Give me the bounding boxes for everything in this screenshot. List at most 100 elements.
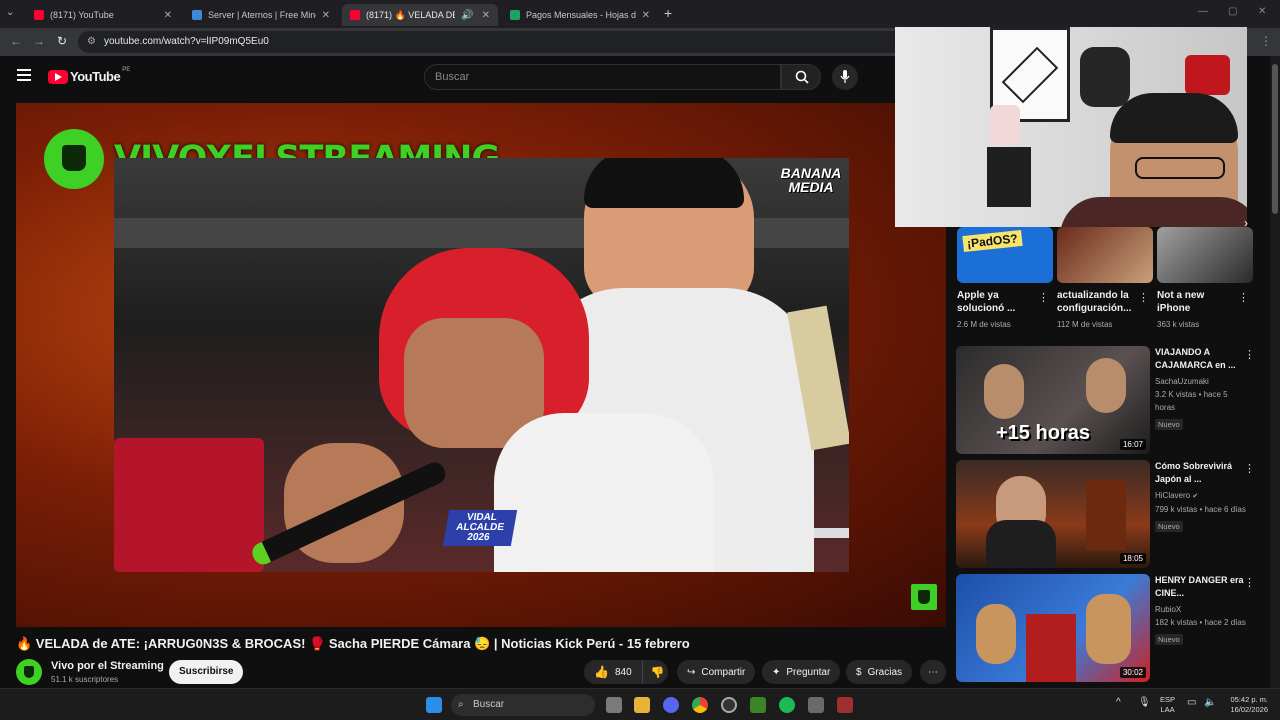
tab-youtube-home[interactable]: (8171) YouTube ✕: [26, 4, 180, 26]
task-view-icon[interactable]: [606, 697, 622, 713]
youtube-logo[interactable]: YouTube PE: [48, 67, 130, 84]
more-horizontal-icon: ⋯: [928, 666, 938, 678]
like-button[interactable]: 👍 840: [584, 660, 643, 684]
tab-title: (8171) 🔥 VELADA DE ATE: ¡AR: [366, 9, 455, 20]
tab-search-icon[interactable]: ⌄: [6, 7, 14, 18]
back-icon[interactable]: ←: [10, 34, 22, 48]
tab-velada-video[interactable]: (8171) 🔥 VELADA DE ATE: ¡AR 🔊 ✕: [342, 4, 498, 26]
more-actions-button[interactable]: ⋯: [920, 660, 946, 684]
video-thumbnail[interactable]: +15 horas 16:07: [956, 346, 1150, 454]
input-language[interactable]: ESP LAA: [1160, 695, 1175, 715]
obs-icon[interactable]: [837, 697, 853, 713]
campaign-sign-text: VIDAL ALCALDE 2026: [442, 510, 518, 546]
thumbs-up-icon: 👍: [594, 665, 609, 679]
scrollbar-thumb[interactable]: [1272, 64, 1278, 214]
video-item[interactable]: VIAJANDO A CAJAMARCA en ... SachaUzumaki…: [1155, 346, 1247, 432]
new-badge: Nuevo: [1155, 634, 1183, 645]
verified-icon: ✔: [1192, 493, 1199, 500]
more-options-icon[interactable]: ⋮: [1244, 348, 1255, 361]
channel-name[interactable]: Vivo por el Streaming: [51, 660, 164, 672]
tab-title: Pagos Mensuales - Hojas de cál: [526, 10, 636, 20]
system-tray-chevron-icon[interactable]: ^: [1116, 697, 1121, 708]
more-options-icon[interactable]: ⋮: [1244, 576, 1255, 589]
thumbs-down-icon: 👎: [650, 666, 665, 679]
forward-icon[interactable]: →: [33, 34, 45, 48]
water-bottle: [990, 105, 1020, 145]
close-tab-icon[interactable]: ✕: [164, 10, 172, 21]
reload-icon[interactable]: ↻: [57, 34, 67, 48]
short-views: 2.6 M de vistas: [957, 320, 1011, 329]
short-item[interactable]: Not a new iPhone 363 k vistas: [1157, 289, 1237, 331]
video-thumbnail[interactable]: 30:02: [956, 574, 1150, 682]
red-bag: [1185, 55, 1230, 95]
video-item[interactable]: HENRY DANGER era CINE... RubioX 182 k vi…: [1155, 574, 1247, 647]
new-tab-icon[interactable]: +: [664, 5, 672, 21]
thanks-button[interactable]: $ Gracias: [846, 660, 913, 684]
discord-icon[interactable]: [663, 697, 679, 713]
video-meta: 182 k vistas • hace 2 días: [1155, 618, 1246, 627]
more-options-icon[interactable]: ⋮: [1244, 462, 1255, 475]
channel-avatar[interactable]: [16, 659, 42, 685]
chevron-right-icon[interactable]: ›: [1244, 216, 1248, 230]
taskbar-search[interactable]: ⌕ Buscar: [451, 694, 595, 716]
dislike-button[interactable]: 👎: [643, 666, 673, 679]
share-icon: ↪: [687, 666, 696, 678]
microphone-tray-icon[interactable]: 🎙: [1138, 697, 1151, 708]
close-window-icon[interactable]: ✕: [1258, 6, 1266, 17]
new-badge: Nuevo: [1155, 521, 1183, 532]
minimize-icon[interactable]: —: [1198, 6, 1208, 17]
video-channel: RubioX: [1155, 605, 1182, 614]
microphone-icon: [840, 70, 850, 83]
minecraft-icon[interactable]: [750, 697, 766, 713]
tab-sheets[interactable]: Pagos Mensuales - Hojas de cál ✕: [502, 4, 658, 26]
close-tab-icon[interactable]: ✕: [482, 10, 490, 21]
backpack: [1080, 47, 1130, 107]
browser-menu-icon[interactable]: ⋮: [1260, 34, 1272, 48]
short-thumbnail[interactable]: ¡PadOS?: [957, 227, 1053, 283]
hamburger-menu-icon[interactable]: [17, 69, 31, 81]
search-icon: ⌕: [458, 699, 464, 710]
webcam-overlay: [895, 27, 1247, 227]
ask-button[interactable]: ✦ Preguntar: [762, 660, 841, 684]
video-item[interactable]: Cómo Sobrevivirá Japón al ... HiClavero …: [1155, 460, 1247, 534]
ask-label: Preguntar: [786, 666, 831, 678]
clock[interactable]: 05:42 p. m. 16/02/2026: [1222, 695, 1268, 715]
search-button[interactable]: [781, 64, 821, 90]
tab-aternos[interactable]: Server | Aternos | Free Minecraft ✕: [184, 4, 338, 26]
steam-icon[interactable]: [721, 697, 737, 713]
duration-badge: 18:05: [1119, 553, 1146, 564]
thanks-label: Gracias: [867, 666, 903, 678]
short-thumbnail[interactable]: [1157, 227, 1253, 283]
speaker-icon[interactable]: 🔊: [461, 10, 473, 21]
thumbnail-overlay-text: +15 horas: [996, 422, 1090, 444]
site-info-icon[interactable]: ⚙: [87, 31, 96, 53]
video-player[interactable]: VIVOXELSTREAMING VIDAL ALCALDE 2026 BANA…: [16, 103, 946, 627]
video-title: HENRY DANGER era CINE...: [1155, 575, 1244, 598]
short-item[interactable]: Apple ya solucionó ... 2.6 M de vistas: [957, 289, 1037, 331]
subscribe-button[interactable]: Suscribirse: [169, 660, 244, 684]
more-options-icon[interactable]: ⋮: [1038, 291, 1049, 304]
more-options-icon[interactable]: ⋮: [1238, 291, 1249, 304]
network-icon[interactable]: ▭: [1187, 697, 1196, 708]
close-tab-icon[interactable]: ✕: [322, 10, 330, 21]
close-tab-icon[interactable]: ✕: [642, 10, 650, 21]
calculator-icon[interactable]: [808, 697, 824, 713]
short-thumbnail[interactable]: [1057, 227, 1153, 283]
channel-watermark-icon[interactable]: [911, 584, 937, 610]
page-scrollbar[interactable]: [1270, 56, 1280, 688]
share-button[interactable]: ↪ Compartir: [677, 660, 756, 684]
video-thumbnail[interactable]: 18:05: [956, 460, 1150, 568]
file-explorer-icon[interactable]: [634, 697, 650, 713]
search-input[interactable]: Buscar: [424, 64, 781, 90]
coach-hair: [584, 158, 744, 208]
short-item[interactable]: actualizando la configuración... 112 M d…: [1057, 289, 1137, 331]
spotify-icon[interactable]: [779, 697, 795, 713]
more-options-icon[interactable]: ⋮: [1138, 291, 1149, 304]
chrome-icon[interactable]: [692, 697, 708, 713]
maximize-icon[interactable]: ▢: [1228, 6, 1237, 17]
sparkle-icon: ✦: [772, 666, 781, 678]
boxing-ring-corner: [114, 438, 264, 572]
windows-start-icon[interactable]: [426, 697, 442, 713]
voice-search-button[interactable]: [832, 64, 858, 90]
volume-icon[interactable]: 🔈: [1204, 697, 1216, 708]
